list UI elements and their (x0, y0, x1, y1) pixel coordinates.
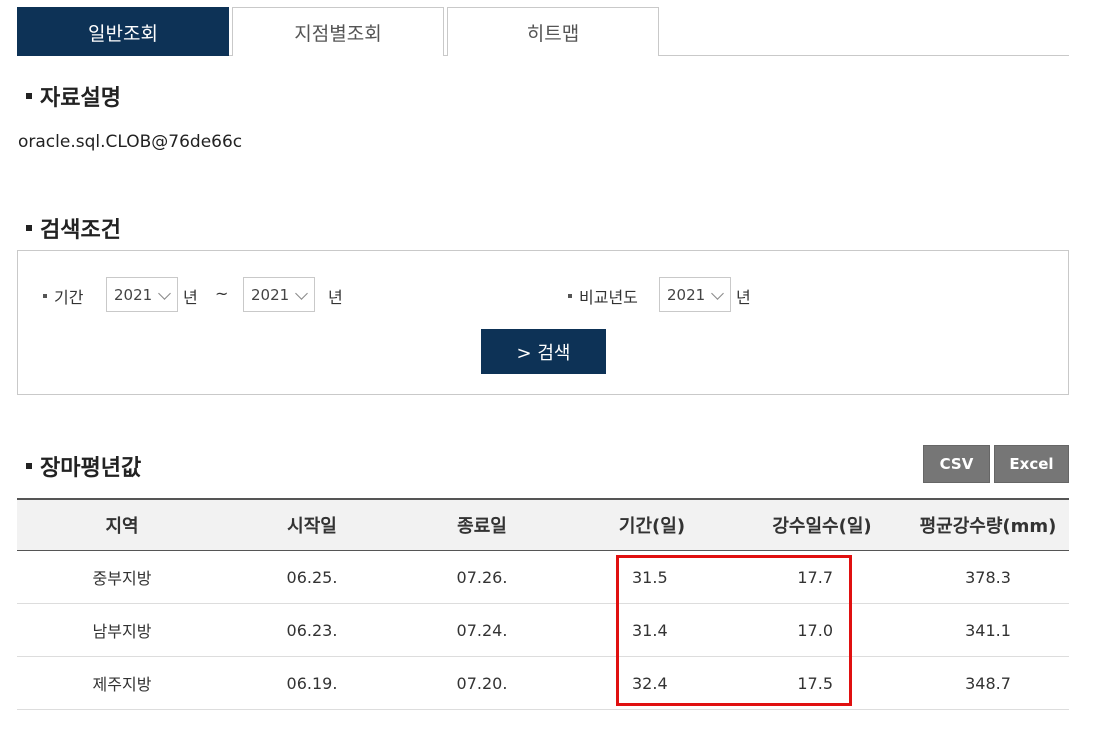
start-year-select[interactable]: 2021 (106, 277, 178, 312)
cell-start-date: 06.23. (286, 620, 338, 640)
search-section-title: 검색조건 (26, 212, 121, 244)
cell-end-date: 07.26. (456, 567, 508, 587)
cell-end-date: 07.20. (456, 673, 508, 693)
cell-start-date: 06.25. (286, 567, 338, 587)
end-year-unit: 년 (328, 288, 343, 307)
description-title-text: 자료설명 (40, 86, 121, 111)
tab-general-search[interactable]: 일반조회 (17, 7, 229, 56)
bullet-icon (568, 294, 572, 298)
chevron-down-icon (295, 287, 308, 300)
header-avg-precip: 평균강수량(mm) (919, 516, 1057, 537)
cell-region: 남부지방 (92, 622, 152, 641)
cell-duration: 31.4 (632, 620, 668, 640)
cell-rain-days: 17.5 (797, 673, 833, 693)
compare-label-text: 비교년도 (579, 288, 638, 307)
header-region: 지역 (105, 516, 139, 537)
cell-region: 제주지방 (92, 675, 152, 694)
cell-region: 중부지방 (92, 569, 152, 588)
cell-duration: 31.5 (632, 567, 668, 587)
table-header: 지역 시작일 종료일 기간(일) 강수일수(일) 평균강수량(mm) (17, 498, 1069, 551)
table-row: 제주지방 06.19. 07.20. 32.4 17.5 348.7 (17, 657, 1069, 710)
cell-rain-days: 17.0 (797, 620, 833, 640)
search-button[interactable]: > 검색 (481, 329, 606, 374)
period-label: 기간 (43, 284, 83, 308)
compare-year-label: 비교년도 (568, 284, 638, 308)
monsoon-normal-table: 지역 시작일 종료일 기간(일) 강수일수(일) 평균강수량(mm) 중부지방 … (17, 498, 1069, 710)
bullet-icon (26, 225, 32, 231)
description-text: oracle.sql.CLOB@76de66c (18, 132, 243, 152)
cell-start-date: 06.19. (286, 673, 338, 693)
table-row: 남부지방 06.23. 07.24. 31.4 17.0 341.1 (17, 604, 1069, 657)
compare-year-value: 2021 (667, 285, 706, 304)
range-tilde: ~ (215, 284, 229, 303)
bullet-icon (26, 463, 32, 469)
compare-year-select[interactable]: 2021 (659, 277, 731, 312)
start-year-value: 2021 (114, 285, 153, 304)
bullet-icon (26, 93, 32, 99)
cell-end-date: 07.24. (456, 620, 508, 640)
header-rain-days: 강수일수(일) (772, 516, 872, 537)
tab-heatmap[interactable]: 히트맵 (447, 7, 659, 56)
bullet-icon (43, 294, 47, 298)
start-year-unit: 년 (183, 288, 198, 307)
cell-avg-precip: 348.7 (965, 673, 1011, 693)
period-label-text: 기간 (54, 288, 84, 307)
cell-rain-days: 17.7 (797, 567, 833, 587)
csv-download-button[interactable]: CSV (923, 445, 990, 483)
search-title-text: 검색조건 (40, 218, 121, 243)
chevron-down-icon (158, 287, 171, 300)
table-row: 중부지방 06.25. 07.26. 31.5 17.7 378.3 (17, 551, 1069, 604)
description-section-title: 자료설명 (26, 80, 121, 112)
avg-title-text: 장마평년값 (40, 456, 142, 481)
search-condition-box: 기간 2021 년 ~ 2021 년 비교년도 2021 년 > 검색 (17, 250, 1069, 395)
avg-section-title: 장마평년값 (26, 450, 141, 482)
tab-station-search[interactable]: 지점별조회 (232, 7, 444, 56)
cell-avg-precip: 378.3 (965, 567, 1011, 587)
compare-year-unit: 년 (736, 288, 751, 307)
chevron-down-icon (711, 287, 724, 300)
header-duration: 기간(일) (618, 516, 686, 537)
end-year-value: 2021 (251, 285, 290, 304)
header-start-date: 시작일 (287, 516, 337, 537)
end-year-select[interactable]: 2021 (243, 277, 315, 312)
excel-download-button[interactable]: Excel (994, 445, 1069, 483)
cell-avg-precip: 341.1 (965, 620, 1011, 640)
header-end-date: 종료일 (457, 516, 507, 537)
cell-duration: 32.4 (632, 673, 668, 693)
tab-bar: 일반조회 지점별조회 히트맵 (17, 7, 1069, 56)
